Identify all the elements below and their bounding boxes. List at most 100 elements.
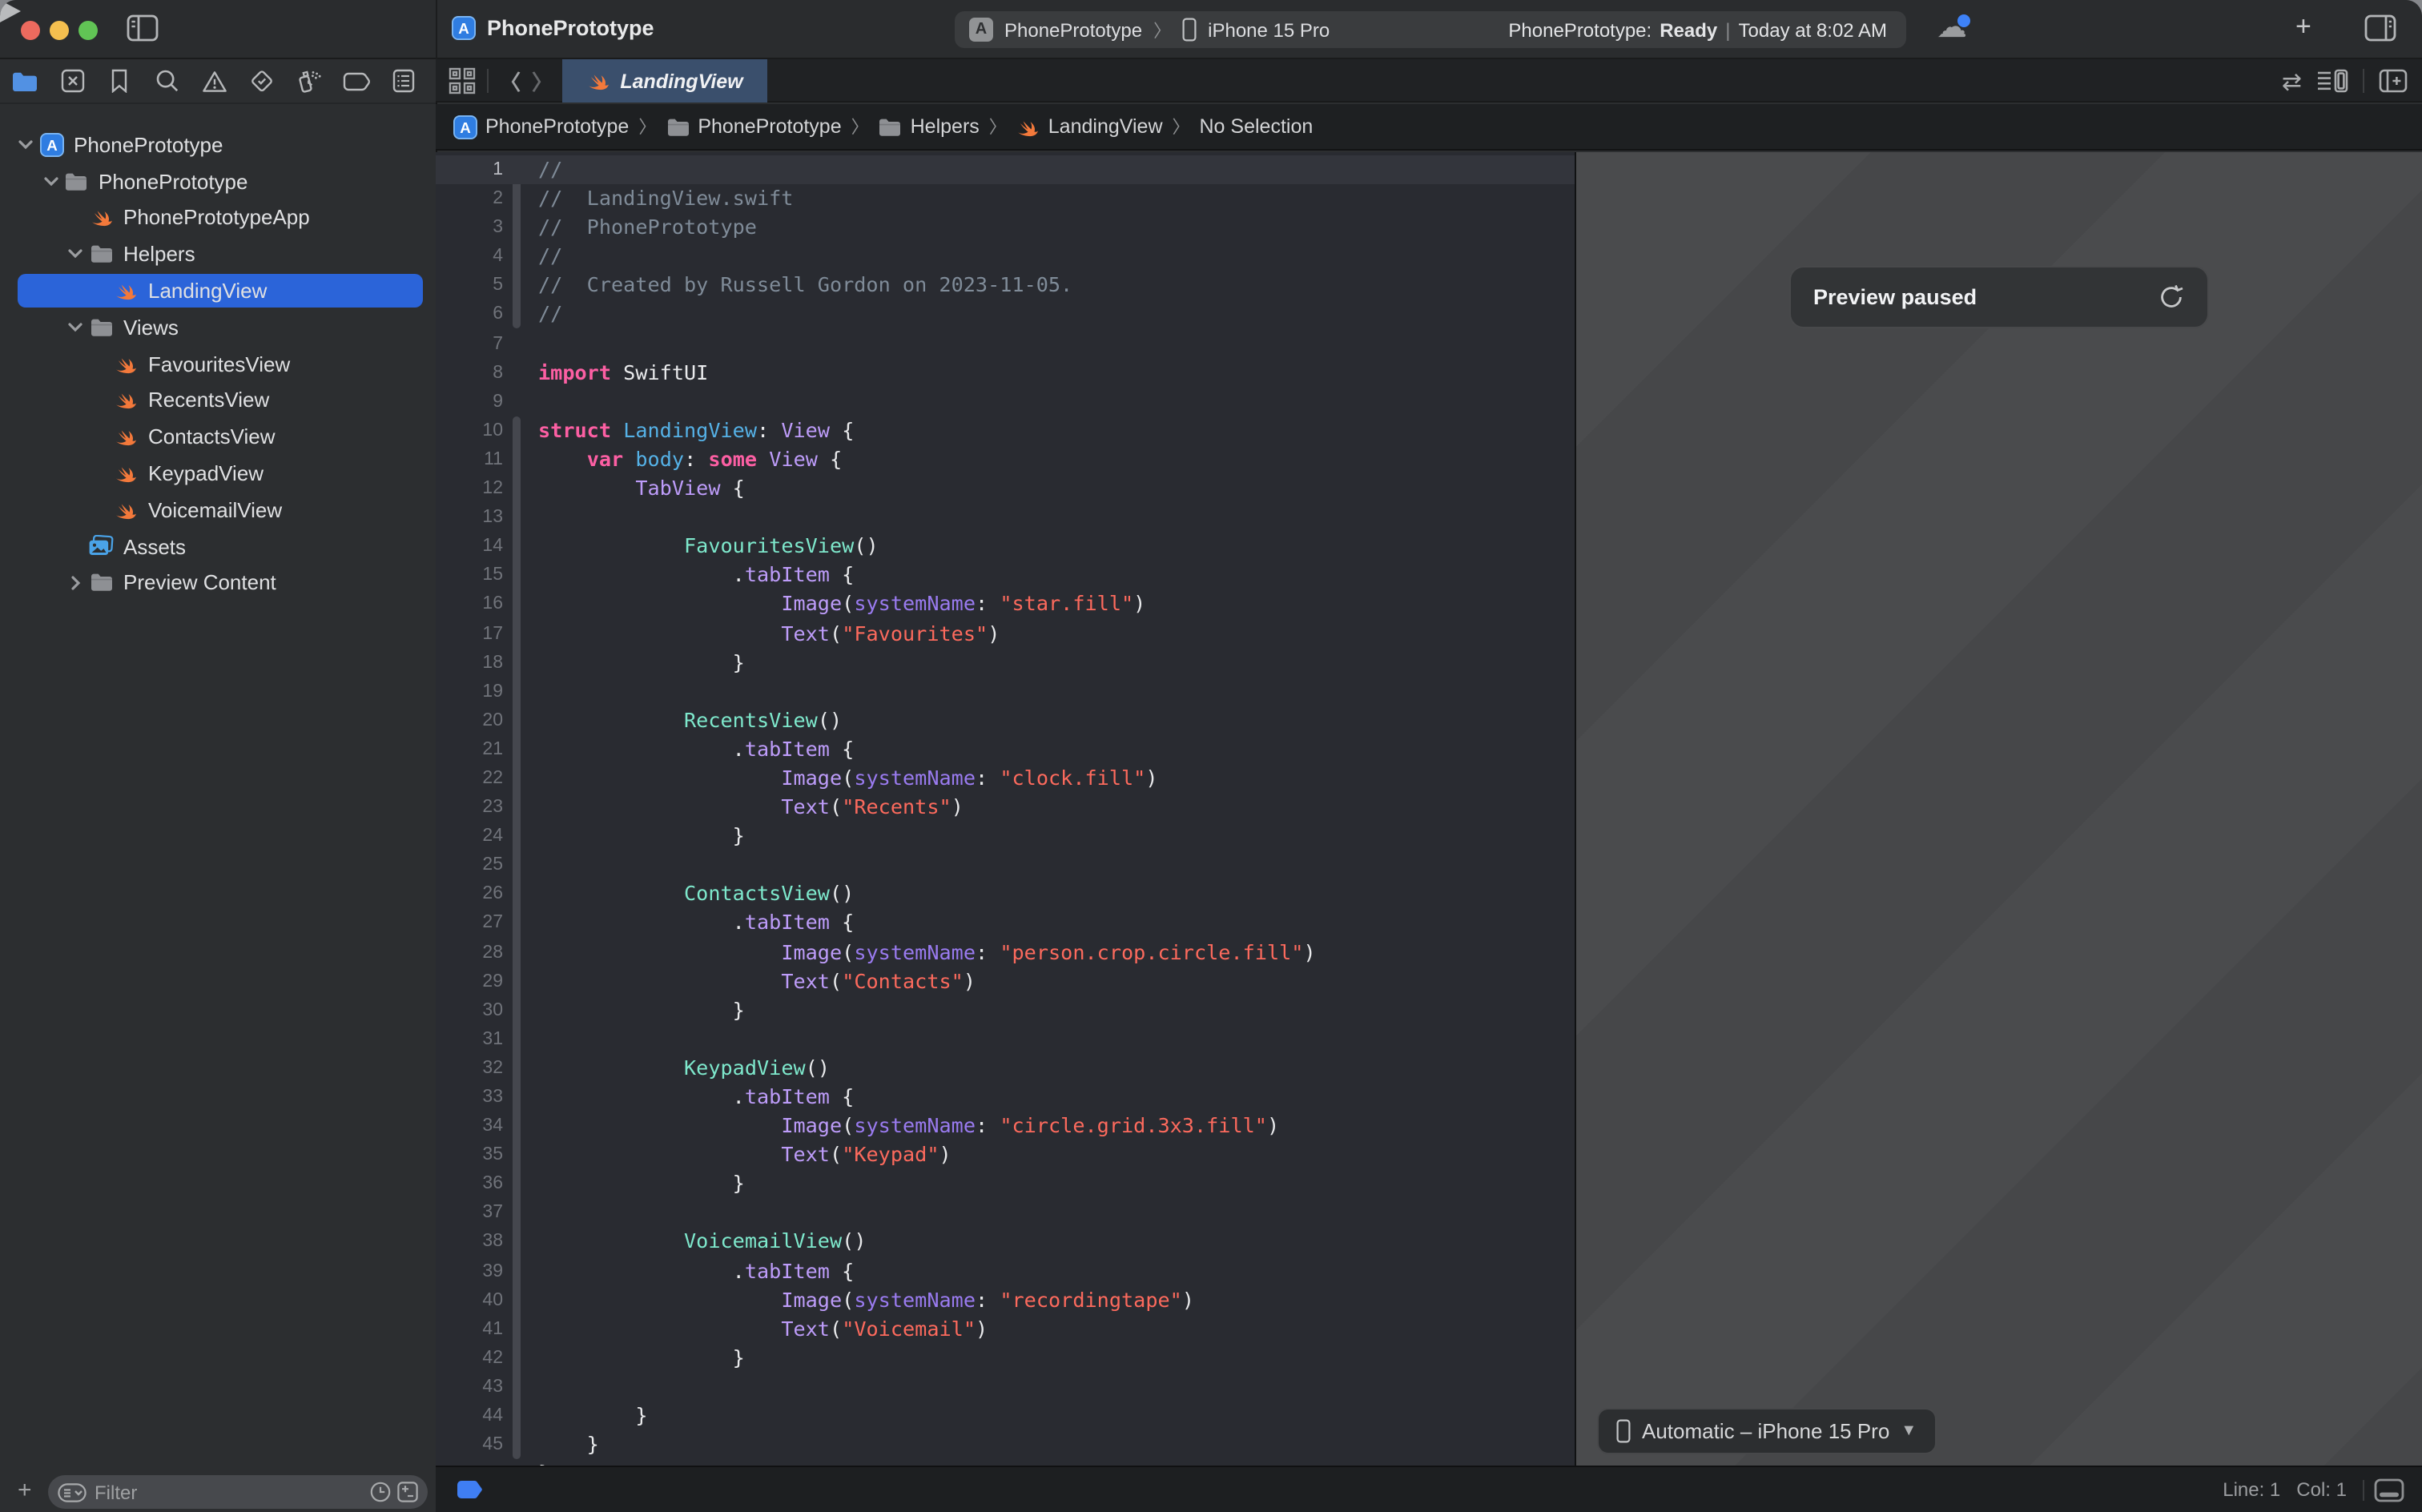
sidebar-item-helpers[interactable]: Helpers [0,236,436,273]
breadcrumb-helpers[interactable]: Helpers [879,115,980,138]
sidebar-item-preview-content[interactable]: Preview Content [0,565,436,601]
code-line-45[interactable]: 45 } [436,1430,1575,1459]
code-line-13[interactable]: 13 [436,503,1575,532]
tag-icon[interactable] [341,65,372,97]
cursor-position[interactable]: Line: 1 Col: 1 [2223,1478,2347,1501]
breakpoint-icon[interactable] [457,1480,484,1501]
code-line-35[interactable]: 35 Text("Keypad") [436,1140,1575,1169]
sidebar-item-keypadview[interactable]: KeypadView [0,455,436,492]
code-line-9[interactable]: 9 [436,388,1575,416]
breadcrumb-phoneprototype[interactable]: PhonePrototype [666,115,841,138]
code-line-26[interactable]: 26 ContactsView() [436,880,1575,909]
run-button[interactable] [0,0,21,22]
go-back-icon[interactable]: 〈 [500,66,521,96]
sidebar-item-views[interactable]: Views [0,309,436,346]
doc-list-icon[interactable] [388,65,420,97]
code-line-17[interactable]: 17 Text("Favourites") [436,619,1575,648]
code-line-15[interactable]: 15 .tabItem { [436,561,1575,590]
code-line-43[interactable]: 43 [436,1373,1575,1401]
go-forward-icon[interactable]: 〉 [532,66,553,96]
code-line-16[interactable]: 16 Image(systemName: "star.fill") [436,590,1575,619]
scheme-selector[interactable]: A PhonePrototype 〉 iPhone 15 Pro [955,17,1330,42]
code-line-25[interactable]: 25 [436,851,1575,880]
sidebar-item-contactsview[interactable]: ContactsView [0,419,436,456]
disclosure-down-icon[interactable] [66,249,85,260]
code-line-19[interactable]: 19 [436,677,1575,706]
code-line-44[interactable]: 44 } [436,1401,1575,1430]
code-line-29[interactable]: 29 Text("Contacts") [436,967,1575,995]
editor-options-icon[interactable] [2316,69,2348,93]
code-line-37[interactable]: 37 [436,1199,1575,1228]
sidebar-item-phoneprototype[interactable]: APhonePrototype [0,127,436,163]
code-line-46[interactable]: 46} [436,1459,1575,1466]
disclosure-down-icon[interactable] [41,175,60,187]
code-line-4[interactable]: 4// [436,243,1575,271]
code-line-27[interactable]: 27 .tabItem { [436,909,1575,938]
breadcrumb-landingview[interactable]: LandingView [1016,115,1163,139]
code-line-5[interactable]: 5// Created by Russell Gordon on 2023-11… [436,271,1575,300]
code-line-42[interactable]: 42 } [436,1344,1575,1373]
code-line-3[interactable]: 3// PhonePrototype [436,213,1575,242]
code-line-12[interactable]: 12 TabView { [436,474,1575,503]
scheme-device-label[interactable]: iPhone 15 Pro [1208,18,1330,41]
code-line-21[interactable]: 21 .tabItem { [436,735,1575,764]
sidebar-item-phoneprototypeapp[interactable]: PhonePrototypeApp [0,199,436,236]
code-line-32[interactable]: 32 KeypadView() [436,1054,1575,1083]
sidebar-item-assets[interactable]: Assets [0,529,436,565]
disclosure-down-icon[interactable] [16,139,35,151]
sidebar-toggle-icon[interactable] [127,14,159,42]
code-line-18[interactable]: 18 } [436,648,1575,677]
code-line-34[interactable]: 34 Image(systemName: "circle.grid.3x3.fi… [436,1112,1575,1140]
refresh-preview-icon[interactable] [2158,284,2185,311]
code-line-6[interactable]: 6// [436,300,1575,329]
code-line-40[interactable]: 40 Image(systemName: "recordingtape") [436,1285,1575,1314]
bookmark-icon[interactable] [104,65,135,97]
check-diamond-icon[interactable] [247,65,278,97]
code-line-36[interactable]: 36 } [436,1170,1575,1199]
recent-files-icon[interactable] [370,1482,391,1502]
preview-device-selector[interactable]: Automatic – iPhone 15 Pro ▼ [1597,1408,1936,1454]
sidebar-item-landingview[interactable]: LandingView [0,272,436,309]
filter-field[interactable]: Filter [48,1475,428,1509]
code-line-8[interactable]: 8import SwiftUI [436,358,1575,387]
spray-icon[interactable] [294,65,325,97]
code-line-7[interactable]: 7 [436,329,1575,358]
add-button[interactable]: + [2295,11,2311,43]
close-window-button[interactable] [21,21,40,40]
source-control-filter-icon[interactable] [397,1482,418,1502]
code-line-38[interactable]: 38 VoicemailView() [436,1228,1575,1257]
minimize-window-button[interactable] [50,21,69,40]
code-line-14[interactable]: 14 FavouritesView() [436,532,1575,561]
disclosure-down-icon[interactable] [66,322,85,333]
activity-status[interactable]: PhonePrototype: Ready | Today at 8:02 AM [1508,18,1906,41]
code-line-2[interactable]: 2// LandingView.swift [436,184,1575,213]
breadcrumb-no-selection[interactable]: No Selection [1200,115,1314,138]
sidebar-item-phoneprototype[interactable]: PhonePrototype [0,163,436,200]
code-line-39[interactable]: 39 .tabItem { [436,1257,1575,1285]
zoom-window-button[interactable] [78,21,98,40]
debug-area-toggle-icon[interactable] [2374,1478,2404,1502]
code-line-30[interactable]: 30 } [436,995,1575,1024]
swap-editor-icon[interactable]: ⇄ [2282,66,2302,95]
code-line-28[interactable]: 28 Image(systemName: "person.crop.circle… [436,938,1575,967]
code-line-24[interactable]: 24 } [436,822,1575,850]
code-line-1[interactable]: 1// [436,155,1575,184]
related-items-icon[interactable] [449,67,476,94]
code-line-20[interactable]: 20 RecentsView() [436,706,1575,735]
folder-icon[interactable] [10,65,41,97]
code-line-22[interactable]: 22 Image(systemName: "clock.fill") [436,764,1575,793]
disclosure-right-icon[interactable] [66,575,85,591]
code-line-33[interactable]: 33 .tabItem { [436,1083,1575,1112]
code-line-41[interactable]: 41 Text("Voicemail") [436,1315,1575,1344]
x-square-icon[interactable] [57,65,88,97]
breadcrumb-phoneprototype[interactable]: APhonePrototype [453,115,629,139]
source-editor[interactable]: 1//2// LandingView.swift3// PhonePrototy… [436,152,1575,1466]
code-line-10[interactable]: 10struct LandingView: View { [436,416,1575,445]
inspector-toggle-icon[interactable] [2364,14,2396,42]
add-editor-icon[interactable] [2379,69,2408,93]
code-line-23[interactable]: 23 Text("Recents") [436,793,1575,822]
sidebar-item-voicemailview[interactable]: VoicemailView [0,492,436,529]
code-line-11[interactable]: 11 var body: some View { [436,445,1575,474]
tab-landingview[interactable]: LandingView [562,59,767,103]
sidebar-item-recentsview[interactable]: RecentsView [0,382,436,419]
